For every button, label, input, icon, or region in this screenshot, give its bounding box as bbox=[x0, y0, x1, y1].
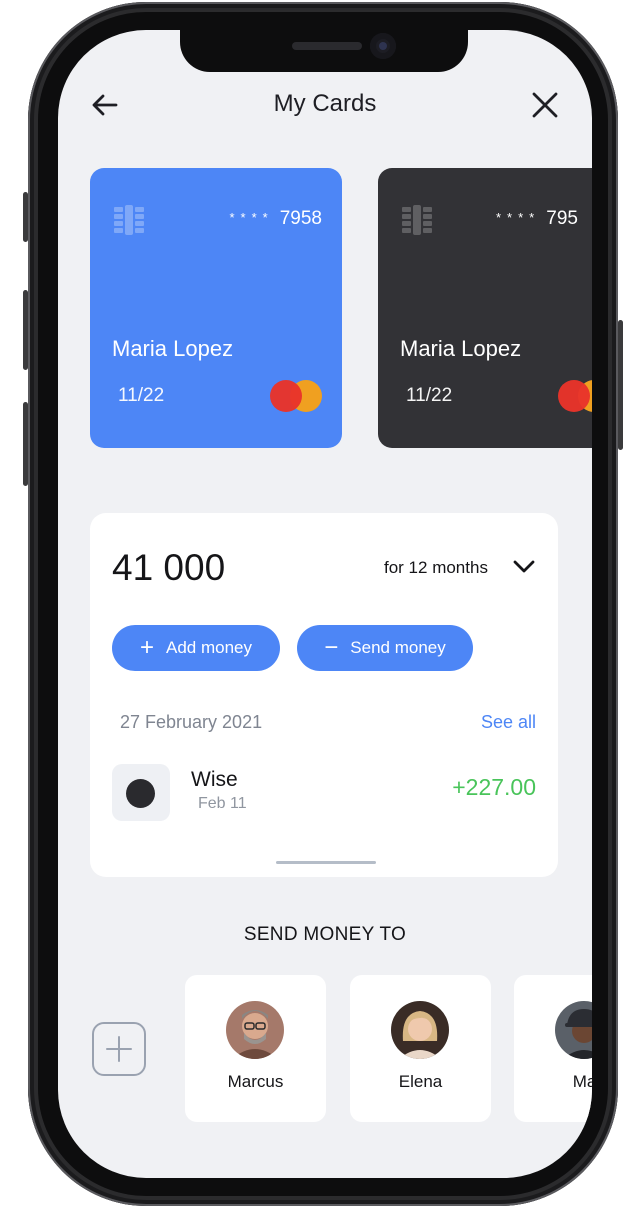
see-all-link[interactable]: See all bbox=[481, 712, 536, 733]
masked-digits: **** bbox=[229, 210, 274, 225]
chip-icon bbox=[114, 205, 144, 235]
section-title: SEND MONEY TO bbox=[243, 924, 407, 945]
avatar bbox=[226, 1001, 284, 1059]
bank-card[interactable]: **** 7958 Maria Lopez 11/22 bbox=[90, 168, 342, 448]
chip-icon bbox=[402, 205, 432, 235]
add-money-label: Add money bbox=[166, 638, 252, 657]
contact-name: Marcus bbox=[227, 1072, 284, 1091]
mastercard-icon bbox=[558, 380, 592, 412]
balance-panel: 41 000 for 12 months + Add money − Send … bbox=[90, 513, 558, 877]
bank-card[interactable]: **** 795 Maria Lopez 11/22 bbox=[378, 168, 592, 448]
send-money-button[interactable]: − Send money bbox=[297, 625, 473, 671]
card-expiry: 11/22 bbox=[118, 385, 165, 406]
add-money-button[interactable]: + Add money bbox=[112, 625, 280, 671]
chevron-down-icon[interactable] bbox=[512, 558, 536, 576]
add-contact-button[interactable] bbox=[92, 1022, 146, 1076]
transaction-amount: +227.00 bbox=[452, 774, 536, 800]
card-number: **** 795 bbox=[496, 208, 578, 230]
close-icon bbox=[532, 92, 558, 118]
volume-up-button bbox=[23, 290, 28, 370]
page-title: My Cards bbox=[273, 90, 377, 117]
side-button bbox=[23, 192, 28, 242]
masked-digits: **** bbox=[496, 210, 541, 225]
period-selector[interactable]: for 12 months bbox=[384, 558, 488, 578]
transaction-date: Feb 11 bbox=[198, 795, 247, 812]
avatar bbox=[391, 1001, 449, 1059]
notch bbox=[180, 30, 468, 72]
plus-icon: + bbox=[139, 634, 154, 661]
contact-card[interactable]: Marcus bbox=[185, 975, 326, 1122]
card-holder: Maria Lopez bbox=[112, 336, 234, 361]
drag-handle[interactable] bbox=[276, 861, 376, 864]
card-last4: 7958 bbox=[279, 208, 322, 229]
power-button bbox=[618, 320, 623, 450]
transactions-date: 27 February 2021 bbox=[120, 712, 263, 732]
mastercard-icon bbox=[270, 380, 322, 412]
volume-down-button bbox=[23, 402, 28, 486]
contact-name: Elena bbox=[398, 1072, 443, 1091]
screen: My Cards **** 7958 Maria Lopez 11/22 ***… bbox=[58, 30, 592, 1178]
camera-icon bbox=[370, 33, 396, 59]
avatar bbox=[555, 1001, 592, 1059]
send-money-label: Send money bbox=[350, 638, 446, 657]
card-expiry: 11/22 bbox=[406, 385, 453, 406]
card-holder: Maria Lopez bbox=[400, 336, 522, 361]
minus-icon: − bbox=[324, 634, 339, 661]
card-number: **** 7958 bbox=[229, 208, 322, 230]
contact-name: Ma bbox=[572, 1072, 592, 1091]
speaker-grille bbox=[292, 42, 362, 50]
contact-card[interactable]: Elena bbox=[350, 975, 491, 1122]
card-last4: 795 bbox=[546, 208, 578, 229]
contact-card[interactable]: Ma bbox=[514, 975, 592, 1122]
transaction-name: Wise bbox=[191, 768, 238, 791]
merchant-icon bbox=[112, 764, 170, 821]
balance-amount: 41 000 bbox=[112, 547, 226, 588]
close-button[interactable] bbox=[528, 88, 562, 122]
